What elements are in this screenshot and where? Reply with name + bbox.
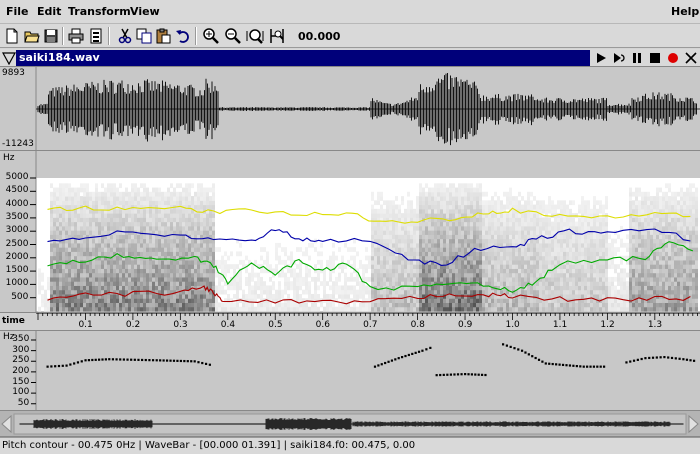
file-titlebar: saiki184.wav (0, 49, 700, 67)
spectrogram-tick-label: 2500 (5, 238, 29, 249)
time-axis-ruler (36, 313, 700, 320)
spectrogram-tick-label: 4000 (5, 198, 29, 209)
pitch-tick-label: 200 (12, 365, 30, 376)
waveform-max-label: 9893 (2, 68, 25, 78)
waveform-pane[interactable]: 9893 -11243 (0, 67, 700, 151)
open-folder-icon[interactable] (23, 27, 41, 45)
time-tick-label: 0.8 (410, 320, 425, 330)
spectrogram-tick-label: 5000 (5, 172, 29, 182)
toolbar-separator (195, 27, 197, 45)
time-tick-label: 1.3 (647, 320, 663, 330)
time-tick-label: 0.6 (315, 320, 330, 330)
overview-waveform (0, 412, 700, 436)
pitch-pane[interactable]: Hz 350 300 250 200 150 100 50 (0, 331, 700, 411)
pitch-tick-label: 300 (12, 344, 30, 355)
spectrogram-tick-label: 1000 (5, 278, 29, 289)
play-icon[interactable] (594, 51, 608, 65)
save-icon[interactable] (42, 27, 60, 45)
toolbar-separator (108, 27, 110, 45)
pitch-tick-label: 50 (17, 397, 30, 408)
pitch-tick-label: 250 (12, 355, 30, 366)
pitch-tick-label: 350 (12, 334, 30, 344)
zoom-fit-icon[interactable] (246, 27, 264, 45)
waveform-plot (35, 67, 700, 150)
menu-view[interactable]: View (130, 5, 160, 18)
menu-edit[interactable]: Edit (37, 5, 61, 18)
spectrogram-tick-label: 3500 (5, 211, 29, 222)
print-icon[interactable] (67, 27, 85, 45)
zoom-out-icon[interactable] (224, 27, 242, 45)
zoom-in-icon[interactable] (202, 27, 220, 45)
spectrogram-tick-label: 2000 (5, 251, 29, 262)
status-bar: Pitch contour - 00.475 0Hz | WaveBar - [… (0, 437, 700, 454)
spectrogram-plot (30, 151, 700, 312)
app-window: File Edit Transform View Help 00.000 sai… (0, 0, 700, 454)
toolbar-separator (62, 27, 64, 45)
time-tick-label: 0.3 (173, 320, 188, 330)
time-tick-label: 0.9 (458, 320, 473, 330)
overview-wavebar[interactable] (0, 411, 700, 437)
menubar: File Edit Transform View Help (0, 0, 700, 24)
spectrogram-unit-label: Hz (3, 153, 15, 163)
copy-icon[interactable] (135, 27, 153, 45)
spectrogram-tick-label: 4500 (5, 185, 29, 196)
menu-transform[interactable]: Transform (68, 5, 131, 18)
time-tick-label: 0.1 (78, 320, 93, 330)
record-icon[interactable] (666, 51, 680, 65)
zoom-selection-icon[interactable] (268, 27, 286, 45)
time-tick-label: 0.2 (125, 320, 141, 330)
play-loop-icon[interactable] (612, 51, 626, 65)
time-tick-label: 1.2 (600, 320, 615, 330)
new-file-icon[interactable] (3, 27, 21, 45)
pitch-contour-plot (31, 331, 700, 410)
collapse-triangle-icon[interactable] (1, 51, 17, 66)
waveform-min-label: -11243 (2, 139, 34, 149)
print-setup-icon[interactable] (87, 27, 105, 45)
pause-icon[interactable] (630, 51, 644, 65)
time-tick-label: 0.4 (220, 320, 236, 330)
file-name: saiki184.wav (16, 50, 590, 66)
time-tick-label: 0.5 (268, 320, 283, 330)
time-tick-label: 0.7 (363, 320, 378, 330)
time-tick-label: 1.1 (552, 320, 568, 330)
pitch-tick-label: 150 (12, 376, 30, 387)
menu-help[interactable]: Help (671, 5, 699, 18)
stop-icon[interactable] (648, 51, 662, 65)
time-tick-label: 1.0 (505, 320, 520, 330)
time-display: 00.000 (298, 30, 341, 43)
undo-icon[interactable] (174, 27, 192, 45)
pitch-tick-label: 100 (12, 387, 30, 398)
time-axis: time 0.1 0.2 0.3 0.4 0.5 0.6 0.7 0.8 0.9 1.0 1.1 1.… (0, 313, 700, 331)
cut-icon[interactable] (116, 27, 134, 45)
close-icon[interactable] (684, 51, 698, 65)
spectrogram-tick-label: 1500 (5, 265, 29, 276)
spectrogram-tick-label: 500 (11, 291, 29, 302)
paste-icon[interactable] (154, 27, 172, 45)
spectrogram-tick-label: 3000 (5, 225, 29, 236)
menu-file[interactable]: File (6, 5, 29, 18)
time-axis-label: time (2, 316, 25, 326)
spectrogram-pane[interactable]: Hz 5000 4500 4000 3500 3000 2500 2000 1500 1000 5… (0, 151, 700, 313)
toolbar: 00.000 (0, 24, 700, 48)
